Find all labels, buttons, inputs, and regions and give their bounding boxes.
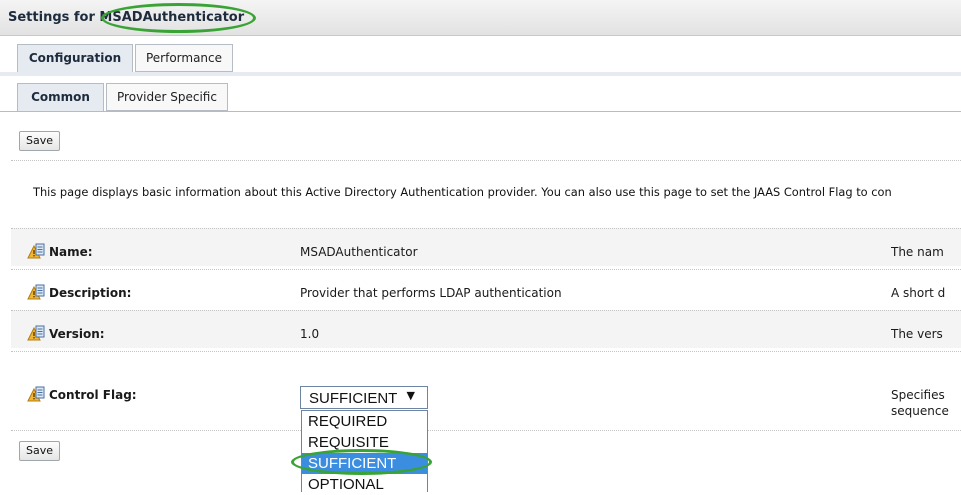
tab-provider-specific[interactable]: Provider Specific (106, 83, 228, 111)
field-row-control-flag: Control Flag: Specifies sequence (11, 351, 961, 431)
highlight-ellipse (291, 449, 432, 475)
field-value: Provider that performs LDAP authenticati… (300, 286, 562, 300)
highlight-ellipse (101, 3, 256, 33)
field-help: The nam (891, 245, 944, 259)
save-button-top[interactable]: Save (19, 131, 61, 151)
field-help: Specifies (891, 388, 945, 402)
field-label: Version: (49, 327, 105, 341)
field-label: Control Flag: (49, 388, 137, 402)
divider (11, 160, 961, 161)
lock-info-icon (27, 284, 45, 300)
intro-text: This page displays basic information abo… (33, 185, 892, 199)
tab-strip (0, 72, 961, 76)
settings-header: Settings for MSADAuthenticator (0, 0, 961, 36)
lock-info-icon (27, 243, 45, 259)
field-row-name: Name: MSADAuthenticator The nam (11, 228, 961, 266)
tab-common[interactable]: Common (17, 83, 104, 112)
tab-label: Configuration (28, 51, 122, 65)
field-value: MSADAuthenticator (300, 245, 418, 259)
select-value: SUFFICIENT (309, 390, 398, 407)
field-label: Description: (49, 286, 132, 300)
tab-configuration[interactable]: Configuration (17, 44, 133, 73)
control-flag-select[interactable]: SUFFICIENT ▼ (300, 386, 428, 409)
field-help-line2: sequence (891, 404, 949, 418)
field-value: 1.0 (300, 327, 320, 341)
lock-info-icon (27, 386, 45, 402)
field-label: Name: (49, 245, 93, 259)
field-row-version: Version: 1.0 The vers (11, 310, 961, 348)
chevron-down-icon: ▼ (406, 389, 415, 402)
tab-divider (0, 111, 961, 112)
tab-performance[interactable]: Performance (135, 44, 233, 72)
tab-label: Performance (145, 51, 223, 65)
lock-info-icon (27, 325, 45, 341)
option-required[interactable]: REQUIRED (302, 411, 427, 432)
save-button-bottom[interactable]: Save (19, 441, 61, 461)
tab-label: Provider Specific (117, 90, 217, 104)
field-help: The vers (891, 327, 943, 341)
field-help: A short d (891, 286, 946, 300)
field-row-description: Description: Provider that performs LDAP… (11, 269, 961, 307)
tab-label: Common (31, 90, 90, 104)
